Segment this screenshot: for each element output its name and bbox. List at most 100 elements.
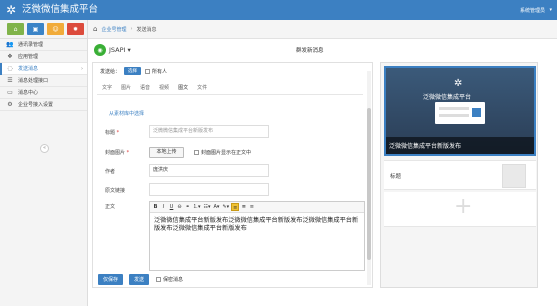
sidebar-item-label: 应用管理 [18, 54, 39, 60]
chat-icon: ◌ [7, 65, 13, 72]
sidebar-item-message-center[interactable]: ▭ 消息中心 [0, 87, 87, 99]
link-icon[interactable]: ⚭ [184, 203, 191, 211]
align-center-icon[interactable]: ≣ [240, 203, 247, 211]
top-bar: ✲ 泛微微信集成平台 系统管理员 ▾ [0, 0, 557, 20]
show-cover-checkbox[interactable] [194, 150, 199, 155]
wechat-logo-icon: ◉ [94, 44, 106, 56]
admin-user-menu[interactable]: 系统管理员 [520, 7, 545, 14]
confidential-label: 保密消息 [163, 277, 184, 283]
choose-from-library-link[interactable]: 从素材库中选择 [109, 110, 144, 117]
add-article-button[interactable]: + [384, 192, 536, 227]
chevron-right-icon: › [130, 26, 133, 32]
source-link-input[interactable] [149, 183, 269, 196]
article-thumbnail [502, 164, 526, 188]
sidebar-item-contacts[interactable]: 👥 通讯录管理 [0, 39, 87, 51]
title-label: 标题 * [105, 129, 119, 136]
local-upload-button[interactable]: 本地上传 [149, 147, 184, 158]
cover-login-box [435, 102, 485, 124]
rte-body-text[interactable]: 泛微微信集成平台新版发布泛微微信集成平台新版发布泛微微信集成平台新版发布泛微微信… [150, 213, 364, 233]
font-color-icon[interactable]: A▾ [213, 203, 221, 211]
home-icon[interactable]: ⌂ [93, 25, 97, 33]
app-selector[interactable]: JSAPI ▾ [109, 46, 131, 54]
shortcut-bar: ⌂ ▣ ☺ ✹ [0, 20, 87, 39]
message-icon: ▭ [7, 89, 13, 96]
page-title: 群发新消息 [296, 48, 324, 54]
italic-icon[interactable]: I [160, 203, 167, 211]
rte-toolbar: B I U ⊖ ⚭ ⒈▾ ☷▾ A▾ ✎▾ ≡ ≣ ≡ [150, 202, 364, 213]
save-button[interactable]: 仅保存 [98, 274, 124, 285]
shortcut-lock-button[interactable]: ▣ [27, 23, 44, 35]
breadcrumb: ⌂ 企业号管理 › 发送消息 [88, 20, 557, 39]
sidebar-item-label: 消息中心 [18, 90, 39, 96]
ordered-list-icon[interactable]: ⒈▾ [192, 203, 202, 211]
sidebar-collapse-button[interactable]: « [40, 144, 49, 153]
confidential-checkbox[interactable] [156, 277, 162, 282]
tab-voice[interactable]: 语音 [140, 84, 150, 91]
rich-text-editor[interactable]: B I U ⊖ ⚭ ⒈▾ ☷▾ A▾ ✎▾ ≡ ≣ ≡ 泛微微信集成平台新版发布… [149, 201, 365, 271]
title-label-text: 标题 [105, 130, 116, 136]
align-right-icon[interactable]: ≡ [248, 203, 255, 211]
sidebar-item-access-settings[interactable]: ⚙ 企业号接入设置 [0, 99, 87, 111]
sidebar-item-label: 通讯录管理 [18, 42, 44, 48]
cover-caption: 泛微微信集成平台新版发布 [389, 143, 462, 150]
required-marker: * [116, 130, 120, 136]
body-label: 正文 [105, 204, 116, 210]
select-recipient-button[interactable]: 选择 [124, 67, 142, 75]
platform-logo-icon: ✲ [454, 78, 463, 89]
plus-icon: + [454, 194, 473, 219]
bold-icon[interactable]: B [152, 203, 159, 211]
author-input[interactable]: 庞洪庆 [149, 164, 269, 177]
cover-login-field [439, 107, 469, 110]
tabs-divider [97, 94, 363, 95]
form-footer: 仅保存 发送 保密消息 [92, 271, 373, 288]
cover-logo-text: 泛微微信集成平台 [423, 94, 472, 101]
cover-login-button [472, 108, 481, 117]
users-icon: 👥 [6, 41, 14, 48]
sidebar-item-label: 企业号接入设置 [18, 102, 54, 108]
apps-icon: ❖ [7, 53, 13, 60]
underline-icon[interactable]: U [168, 203, 175, 211]
background-color-icon[interactable]: ✎▾ [221, 203, 230, 211]
preview-article-item[interactable]: 标题 [384, 160, 536, 190]
lock-icon: ▣ [32, 25, 39, 33]
app-logo-icon: ✲ [6, 3, 17, 17]
author-label: 作者 [105, 169, 116, 175]
scrollbar-thumb[interactable] [367, 108, 371, 260]
shortcut-home-button[interactable]: ⌂ [7, 23, 24, 35]
title-input[interactable]: 泛微微信集成平台新版发布 [149, 125, 269, 138]
all-users-checkbox[interactable] [145, 68, 151, 74]
show-cover-option: 封面图片显示在正文中 [194, 149, 251, 156]
message-editor: 发送给： 选择 所有人 文字 图片 语音 视频 图文 文件 从素材库中选择 标题… [92, 62, 373, 288]
app-name: JSAPI [109, 46, 126, 54]
strikethrough-icon[interactable]: ⊖ [176, 203, 183, 211]
all-users-label: 所有人 [152, 68, 168, 75]
show-cover-label: 封面图片显示在正文中 [201, 150, 252, 156]
preview-cover-item[interactable]: ✲ 泛微微信集成平台 泛微微信集成平台新版发布 [384, 66, 536, 156]
home-icon: ⌂ [13, 25, 18, 33]
chevron-right-icon: › [81, 65, 83, 72]
align-left-icon[interactable]: ≡ [231, 203, 240, 211]
confidential-option: 保密消息 [152, 276, 183, 283]
sidebar-item-message-interface[interactable]: ☰ 消息处理接口 [0, 75, 87, 87]
gear-icon: ✹ [72, 25, 79, 33]
tab-news[interactable]: 图文 [178, 84, 188, 91]
news-preview: ✲ 泛微微信集成平台 泛微微信集成平台新版发布 标题 + [380, 62, 538, 288]
chevron-down-icon: ▾ [127, 46, 131, 54]
tab-image[interactable]: 图片 [121, 84, 131, 91]
source-link-label: 原文链接 [105, 188, 126, 194]
cover-login-field [439, 114, 469, 117]
chevron-down-icon[interactable]: ▾ [549, 7, 552, 13]
send-button[interactable]: 发送 [129, 274, 150, 285]
tab-file[interactable]: 文件 [197, 84, 207, 91]
breadcrumb-parent-link[interactable]: 企业号管理 [101, 26, 126, 33]
shortcut-settings-button[interactable]: ✹ [67, 23, 84, 35]
app-title: 泛微微信集成平台 [22, 4, 99, 15]
shortcut-users-button[interactable]: ☺ [47, 23, 64, 35]
unordered-list-icon[interactable]: ☷▾ [203, 203, 212, 211]
tab-text[interactable]: 文字 [102, 84, 112, 91]
chevron-left-icon: « [42, 145, 47, 151]
sidebar-item-send-message[interactable]: ◌ 发送消息 › [0, 63, 87, 75]
gear-icon: ⚙ [7, 101, 13, 108]
sidebar-item-apps[interactable]: ❖ 应用管理 [0, 51, 87, 63]
tab-video[interactable]: 视频 [159, 84, 169, 91]
